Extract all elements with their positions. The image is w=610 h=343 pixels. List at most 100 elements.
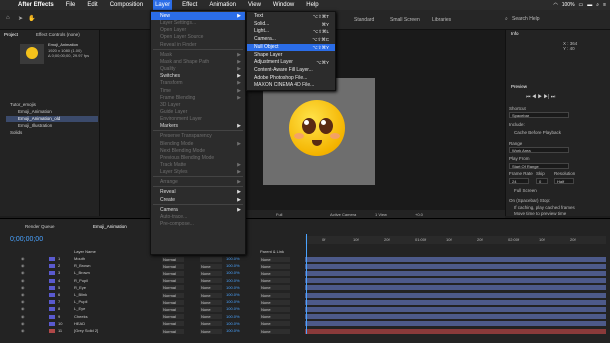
new-item-maxon-cinema-4d-file[interactable]: MAXON CINEMA 4D File... xyxy=(247,82,335,90)
layer-name[interactable]: L_Blink xyxy=(74,292,87,298)
blend-mode-select[interactable]: Normal xyxy=(162,285,184,291)
layer-name[interactable]: R_Pupil xyxy=(74,278,88,284)
layer-name[interactable]: Mouth xyxy=(74,256,85,262)
layer-duration-bar[interactable] xyxy=(305,270,606,276)
blend-mode-select[interactable]: Normal xyxy=(162,256,184,262)
layer-name[interactable]: L_Pupil xyxy=(74,299,87,305)
tab-project[interactable]: Project xyxy=(4,32,18,37)
label-color[interactable] xyxy=(49,307,55,312)
stretch-value[interactable]: 100.0% xyxy=(226,314,240,320)
resolution-select[interactable]: Half xyxy=(554,178,574,184)
play-from-select[interactable]: Start Of Range xyxy=(509,163,569,169)
tab-effect-controls[interactable]: Effect Controls (none) xyxy=(36,32,80,37)
visibility-eye-icon[interactable]: ◉ xyxy=(21,321,25,327)
parent-select[interactable]: None xyxy=(260,270,290,276)
label-color[interactable] xyxy=(49,257,55,261)
stretch-value[interactable]: 100.0% xyxy=(226,321,240,327)
new-item-text[interactable]: Text ⌥⇧⌘T xyxy=(247,13,335,21)
exposure-value[interactable]: +0.0 xyxy=(415,212,423,217)
workspace-libraries[interactable]: Libraries xyxy=(432,17,451,23)
layer-duration-bar[interactable] xyxy=(305,306,606,312)
tab-render-queue[interactable]: Render Queue xyxy=(25,224,55,229)
layer-row[interactable]: ◉ 9 Cheeks Normal None 100.0% None xyxy=(0,314,302,320)
parent-select[interactable]: None xyxy=(260,328,290,334)
menu-item-markers[interactable]: Markers ▶ xyxy=(151,122,245,130)
menu-composition[interactable]: Composition xyxy=(108,0,145,10)
visibility-eye-icon[interactable]: ◉ xyxy=(21,256,25,262)
layer-row[interactable]: ◉ 4 R_Pupil Normal None 100.0% None xyxy=(0,278,302,284)
parent-select[interactable]: None xyxy=(260,299,290,305)
stretch-value[interactable]: 100.0% xyxy=(226,328,240,334)
project-item-emoji-animation[interactable]: Emoji_Animation xyxy=(18,109,52,114)
emoji-face[interactable] xyxy=(289,100,345,156)
wifi-icon[interactable]: ◠ xyxy=(553,2,557,8)
blend-mode-select[interactable]: Normal xyxy=(162,278,184,284)
control-center-icon[interactable]: ≡ xyxy=(603,2,606,8)
project-item-emoji-animation-old[interactable]: Emoji_Animation_old xyxy=(18,116,60,121)
layer-row[interactable]: ◉ 11 [Grey Solid 2] Normal None 100.0% None xyxy=(0,328,302,334)
visibility-eye-icon[interactable]: ◉ xyxy=(21,328,25,334)
layer-row[interactable]: ◉ 7 L_Pupil Normal None 100.0% None xyxy=(0,299,302,305)
visibility-eye-icon[interactable]: ◉ xyxy=(21,292,25,298)
menu-view[interactable]: View xyxy=(246,0,263,10)
stretch-value[interactable]: 100.0% xyxy=(226,285,240,291)
parent-select[interactable]: None xyxy=(260,263,290,269)
cache-checkbox[interactable]: Cache Before Playback xyxy=(514,130,561,135)
visibility-eye-icon[interactable]: ◉ xyxy=(21,306,25,312)
layer-duration-bar[interactable] xyxy=(305,328,606,334)
label-color[interactable] xyxy=(49,329,55,333)
folder-tutor-emojis[interactable]: Tutor_emojis xyxy=(10,102,36,107)
stretch-value[interactable]: 100.0% xyxy=(226,256,240,262)
timecode-display[interactable]: 0;00;00;00 xyxy=(10,236,43,243)
new-item-null-object[interactable]: Null Object ⌥⇧⌘Y xyxy=(247,43,335,52)
layer-row[interactable]: ◉ 8 L_Eye Normal None 100.0% None xyxy=(0,306,302,312)
workspace-standard[interactable]: Standard xyxy=(354,17,374,23)
menu-animation[interactable]: Animation xyxy=(207,0,238,10)
search-icon[interactable]: ⌕ xyxy=(505,16,508,22)
track-matte-select[interactable]: None xyxy=(200,278,222,284)
layer-row[interactable]: ◉ 2 R_Brown Normal None 100.0% None xyxy=(0,263,302,269)
new-item-camera[interactable]: Camera... ⌥⇧⌘C xyxy=(247,36,335,44)
move-time-checkbox[interactable]: Move time to preview time xyxy=(514,211,566,216)
layer-row[interactable]: ◉ 10 HEAD Normal None 100.0% None xyxy=(0,321,302,327)
label-color[interactable] xyxy=(49,264,55,269)
full-screen-checkbox[interactable]: Full Screen xyxy=(514,188,537,193)
track-matte-select[interactable]: None xyxy=(200,314,222,320)
layer-duration-bar[interactable] xyxy=(305,314,606,320)
track-matte-select[interactable]: None xyxy=(200,306,222,312)
blend-mode-select[interactable]: Normal xyxy=(162,321,184,327)
track-matte-select[interactable]: None xyxy=(200,285,222,291)
menu-file[interactable]: File xyxy=(64,0,78,10)
layer-name[interactable]: L_Brown xyxy=(74,270,90,276)
zoom-select[interactable]: Full xyxy=(276,212,282,217)
layer-duration-bar[interactable] xyxy=(305,256,606,262)
stretch-value[interactable]: 100.0% xyxy=(226,263,240,269)
menu-edit[interactable]: Edit xyxy=(85,0,99,10)
time-ruler[interactable] xyxy=(305,236,606,244)
parent-select[interactable]: None xyxy=(260,285,290,291)
playhead[interactable] xyxy=(306,234,307,334)
visibility-eye-icon[interactable]: ◉ xyxy=(21,270,25,276)
menu-window[interactable]: Window xyxy=(271,0,296,10)
parent-select[interactable]: None xyxy=(260,256,290,262)
menu-app[interactable]: After Effects xyxy=(16,0,56,10)
layer-row[interactable]: ◉ 6 L_Blink Normal None 100.0% None xyxy=(0,292,302,298)
blend-mode-select[interactable]: Normal xyxy=(162,270,184,276)
selection-tool-icon[interactable]: ➤ xyxy=(18,15,23,22)
parent-select[interactable]: None xyxy=(260,292,290,298)
tab-emoji-animation[interactable]: Emoji_Animation xyxy=(93,224,127,229)
label-color[interactable] xyxy=(49,314,55,319)
layer-row[interactable]: ◉ 1 Mouth Normal 100.0% None xyxy=(0,256,302,262)
track-matte-select[interactable]: None xyxy=(200,328,222,334)
stretch-value[interactable]: 100.0% xyxy=(226,278,240,284)
menu-effect[interactable]: Effect xyxy=(180,0,199,10)
stretch-value[interactable]: 100.0% xyxy=(226,306,240,312)
shortcut-select[interactable]: Spacebar xyxy=(509,112,569,118)
battery-icon[interactable]: ▭ xyxy=(579,2,584,8)
layer-name[interactable]: Cheeks xyxy=(74,314,88,320)
folder-solids[interactable]: Solids xyxy=(10,130,22,135)
parent-select[interactable]: None xyxy=(260,278,290,284)
new-item-light[interactable]: Light... ⌥⇧⌘L xyxy=(247,28,335,36)
visibility-eye-icon[interactable]: ◉ xyxy=(21,278,25,284)
menu-layer[interactable]: Layer xyxy=(153,0,173,10)
